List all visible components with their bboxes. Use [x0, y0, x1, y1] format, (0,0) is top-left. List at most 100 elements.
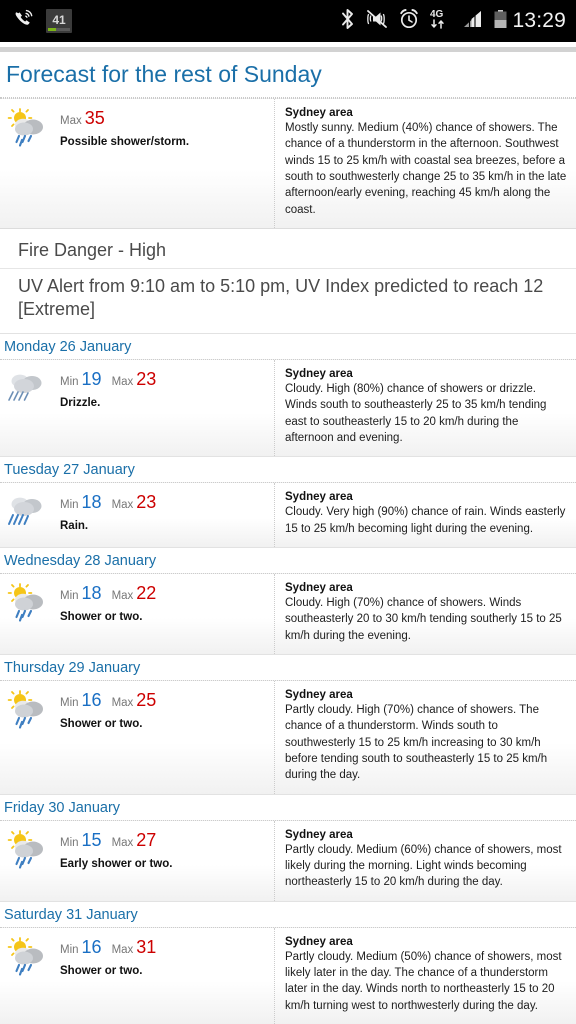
svg-text:4G: 4G [430, 9, 444, 20]
day-temps-block: Min 15 Max 27 Early shower or two. [52, 827, 172, 891]
forecast-row[interactable]: Min 18 Max 23 Rain. Sydney area Cloudy. Ver… [0, 482, 576, 548]
day-temperatures: Min 18 Max 23 [60, 493, 156, 512]
min-value: 16 [81, 936, 102, 957]
day-area-label: Sydney area [285, 828, 353, 841]
day-description-panel: Sydney area Partly cloudy. Medium (50%) … [275, 928, 576, 1024]
day-area-label: Sydney area [285, 368, 353, 381]
status-bar-left: 41 [12, 7, 72, 36]
forecast-day-thursday: Thursday 29 January Min 16 Max 25 Shower… [0, 654, 576, 794]
day-left-panel: Min 18 Max 23 Rain. [0, 483, 275, 548]
today-area-label: Sydney area [285, 107, 353, 119]
max-value: 23 [136, 492, 157, 513]
day-description-panel: Sydney area Cloudy. High (80%) chance of… [275, 360, 576, 456]
day-heading[interactable]: Wednesday 28 January [0, 547, 576, 573]
day-summary: Drizzle. [60, 397, 101, 410]
min-label: Min [60, 376, 79, 389]
day-heading[interactable]: Friday 30 January [0, 793, 576, 820]
today-summary: Possible shower/storm. [60, 136, 190, 148]
day-heading[interactable]: Thursday 29 January [0, 654, 576, 680]
day-heading[interactable]: Saturday 31 January [0, 900, 576, 927]
max-label: Max [111, 943, 134, 956]
today-temps-block: Max 35 Possible shower/storm. [52, 105, 189, 218]
day-description: Partly cloudy. High (70%) chance of show… [285, 704, 548, 782]
day-temps-block: Min 16 Max 25 Shower or two. [52, 687, 156, 784]
day-heading[interactable]: Tuesday 27 January [0, 456, 576, 482]
day-summary: Shower or two. [60, 964, 143, 977]
max-value: 27 [136, 829, 157, 850]
bluetooth-icon [339, 8, 356, 35]
forecast-day-list: Monday 26 January Min 19 Max 23 Drizzle.… [0, 333, 576, 1024]
forecast-day-wednesday: Wednesday 28 January Min 18 Max 22 Showe… [0, 547, 576, 655]
status-bar-right: 4G [339, 7, 508, 36]
day-description: Cloudy. Very high (90%) chance of rain. … [285, 506, 566, 535]
day-temperatures: Min 15 Max 27 [60, 831, 172, 850]
forecast-row-today[interactable]: Max 35 Possible shower/storm. Sydney area… [0, 98, 576, 228]
day-temps-block: Min 19 Max 23 Drizzle. [52, 366, 156, 446]
sun-cloud-rain-icon [6, 105, 52, 218]
today-max-value: 35 [84, 108, 105, 128]
today-temperatures: Max 35 [60, 109, 189, 128]
min-value: 18 [81, 492, 102, 513]
sun-cloud-rain-icon [6, 934, 52, 1014]
min-value: 16 [81, 690, 102, 711]
day-summary: Shower or two. [60, 718, 143, 731]
sun-cloud-rain-icon [6, 580, 52, 644]
day-description-panel: Sydney area Partly cloudy. High (70%) ch… [275, 681, 576, 794]
day-area-label: Sydney area [285, 935, 353, 948]
day-left-panel: Min 16 Max 25 Shower or two. [0, 681, 275, 794]
min-value: 15 [81, 829, 102, 850]
status-bar-clock: 13:29 [512, 9, 566, 32]
forecast-row[interactable]: Min 18 Max 22 Shower or two. Sydney area Cl… [0, 573, 576, 655]
forecast-row[interactable]: Min 16 Max 31 Shower or two. Sydney area Pa… [0, 926, 576, 1024]
sun-cloud-rain-icon [6, 687, 52, 784]
day-area-label: Sydney area [285, 582, 353, 595]
min-label: Min [60, 943, 79, 956]
vibrate-mute-icon [365, 8, 389, 35]
day-heading[interactable]: Monday 26 January [0, 333, 576, 359]
forecast-day-tuesday: Tuesday 27 January Min 18 Max 23 Rain. S… [0, 456, 576, 548]
min-label: Min [60, 836, 79, 849]
forecast-day-saturday: Saturday 31 January Min 16 Max 31 Shower… [0, 900, 576, 1024]
day-temps-block: Min 18 Max 22 Shower or two. [52, 580, 156, 644]
day-left-panel: Min 18 Max 22 Shower or two. [0, 574, 275, 655]
min-value: 19 [81, 369, 102, 390]
max-value: 31 [136, 936, 157, 957]
day-description: Cloudy. High (70%) chance of showers. Wi… [285, 597, 562, 642]
max-value: 23 [136, 369, 157, 390]
sun-cloud-rain-icon [6, 827, 52, 891]
alerts-section: Fire Danger - High UV Alert from 9:10 am… [0, 227, 576, 333]
max-label: Max [111, 499, 134, 512]
day-summary: Shower or two. [60, 611, 143, 624]
day-area-label: Sydney area [285, 491, 353, 504]
day-left-panel: Min 19 Max 23 Drizzle. [0, 360, 275, 457]
min-label: Min [60, 590, 79, 603]
min-value: 18 [81, 583, 102, 604]
fire-danger-alert: Fire Danger - High [18, 239, 167, 260]
forecast-row[interactable]: Min 19 Max 23 Drizzle. Sydney area Cloudy. … [0, 359, 576, 457]
forecast-row[interactable]: Min 16 Max 25 Shower or two. Sydney area Pa… [0, 680, 576, 794]
today-description: Mostly sunny. Medium (40%) chance of sho… [285, 122, 567, 216]
signal-bars-icon [462, 8, 484, 35]
page-title: Forecast for the rest of Sunday [6, 61, 322, 87]
day-description: Cloudy. High (80%) chance of showers or … [285, 383, 547, 445]
day-left-panel: Min 15 Max 27 Early shower or two. [0, 820, 275, 901]
max-label: Max [111, 590, 134, 603]
day-summary: Early shower or two. [60, 857, 173, 870]
uv-alert: UV Alert from 9:10 am to 5:10 pm, UV Ind… [0, 268, 576, 327]
day-temperatures: Min 19 Max 23 [60, 370, 156, 389]
max-label: Max [111, 376, 134, 389]
day-temperatures: Min 18 Max 22 [60, 584, 156, 603]
min-label: Min [60, 499, 79, 512]
max-label: Max [111, 836, 134, 849]
network-4g-icon: 4G [429, 7, 453, 36]
max-value: 22 [136, 583, 157, 604]
download-badge: 41 [46, 9, 72, 33]
day-summary: Rain. [60, 520, 89, 533]
max-value: 25 [136, 690, 157, 711]
forecast-day-friday: Friday 30 January Min 15 Max 27 Early sh… [0, 793, 576, 901]
download-count: 41 [52, 12, 66, 27]
today-description-panel: Sydney area Mostly sunny. Medium (40%) c… [275, 99, 576, 228]
day-description: Partly cloudy. Medium (50%) chance of sh… [285, 950, 562, 1012]
forecast-row[interactable]: Min 15 Max 27 Early shower or two. Sydney a… [0, 819, 576, 901]
day-description-panel: Sydney area Cloudy. High (70%) chance of… [275, 574, 576, 654]
